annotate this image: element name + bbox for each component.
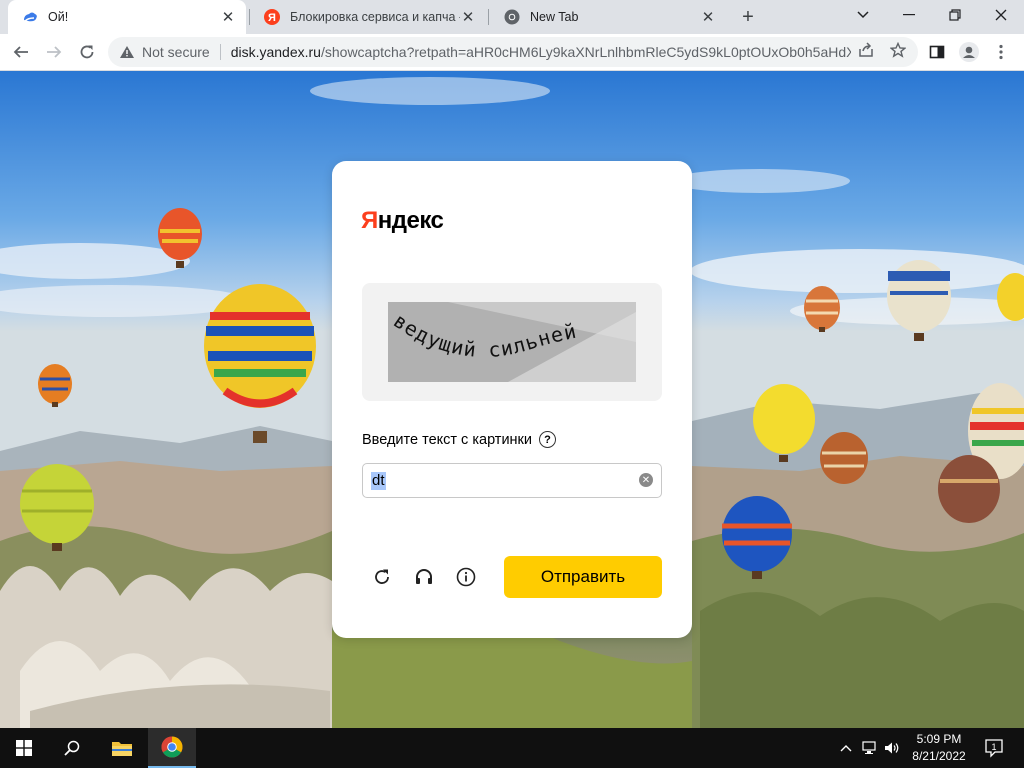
logo-rest: ндекс: [377, 207, 444, 234]
captcha-prompt-label: Введите текст с картинки: [362, 431, 532, 448]
tab-oy[interactable]: Ой! ✕: [8, 0, 246, 34]
start-button[interactable]: [0, 728, 48, 768]
tab-captcha-block[interactable]: Я Блокировка сервиса и капча - Я ✕: [250, 0, 486, 34]
logo-first-letter: Я: [361, 207, 378, 234]
volume-icon[interactable]: [884, 740, 900, 756]
search-button[interactable]: [48, 728, 96, 768]
new-tab-button[interactable]: +: [737, 6, 759, 28]
tab-title: Блокировка сервиса и капча - Я: [290, 10, 460, 24]
clear-input-icon[interactable]: ✕: [639, 473, 653, 487]
tab-new-tab[interactable]: New Tab ✕: [490, 0, 726, 34]
url-domain: disk.yandex.ru: [230, 44, 321, 60]
refresh-captcha-icon[interactable]: [370, 565, 394, 589]
help-icon[interactable]: ?: [539, 431, 556, 448]
clock-date: 8/21/2022: [912, 749, 966, 763]
notification-count: 1: [991, 742, 996, 752]
tab-title: New Tab: [530, 10, 579, 24]
close-tab-icon[interactable]: ✕: [220, 9, 236, 26]
forward-button[interactable]: [41, 39, 67, 65]
captcha-card: Яндекс ведущий сильней Введите текст с к…: [332, 161, 692, 638]
disk-cloud-icon: [22, 9, 38, 25]
captcha-prompt: Введите текст с картинки ?: [362, 431, 556, 448]
restore-button[interactable]: [932, 0, 978, 30]
chrome-taskbar-button[interactable]: [148, 728, 196, 768]
bookmark-star-icon[interactable]: [889, 41, 907, 59]
profile-avatar-icon[interactable]: [957, 40, 981, 64]
show-hidden-icons-chevron-icon[interactable]: [838, 740, 854, 756]
divider: [219, 44, 221, 60]
side-panel-icon[interactable]: [925, 40, 949, 64]
close-window-button[interactable]: [978, 0, 1024, 30]
close-tab-icon[interactable]: ✕: [700, 9, 716, 26]
audio-captcha-icon[interactable]: [412, 565, 436, 589]
yandex-icon: Я: [264, 9, 280, 25]
chrome-icon: [161, 736, 183, 758]
security-label[interactable]: Not secure: [142, 44, 210, 60]
balloon: [938, 455, 1000, 523]
windows-logo-icon: [16, 740, 32, 756]
tab-separator: [488, 9, 489, 25]
windows-taskbar: 5:09 PM 8/21/2022 1: [0, 728, 1024, 768]
clock[interactable]: 5:09 PM 8/21/2022: [902, 731, 976, 765]
tab-strip: Ой! ✕ Я Блокировка сервиса и капча - Я ✕…: [0, 0, 1024, 34]
chrome-icon: [504, 9, 520, 25]
yandex-logo[interactable]: Яндекс: [361, 207, 444, 235]
submit-button[interactable]: Отправить: [504, 556, 662, 598]
svg-text:Я: Я: [268, 12, 276, 24]
captcha-input[interactable]: dt ✕: [362, 463, 662, 498]
browser-toolbar: Not secure disk.yandex.ru/showcaptcha?re…: [0, 34, 1024, 71]
url-text[interactable]: disk.yandex.ru/showcaptcha?retpath=aHR0c…: [231, 44, 851, 60]
tab-search-chevron-icon[interactable]: [840, 0, 886, 30]
clock-time: 5:09 PM: [916, 732, 962, 746]
minimize-button[interactable]: [886, 0, 932, 30]
close-tab-icon[interactable]: ✕: [460, 9, 476, 26]
captcha-image: ведущий сильней: [388, 302, 636, 382]
captcha-image-container: ведущий сильней: [362, 283, 662, 401]
file-explorer-button[interactable]: [98, 728, 146, 768]
folder-icon: [112, 742, 132, 756]
more-menu-icon[interactable]: [989, 40, 1013, 64]
page-content: Яндекс ведущий сильней Введите текст с к…: [0, 71, 1024, 728]
tab-title: Ой!: [48, 10, 69, 24]
captcha-input-value[interactable]: dt: [371, 471, 386, 490]
balloon: [820, 432, 868, 484]
warning-triangle-icon[interactable]: [118, 43, 136, 61]
url-path: /showcaptcha?retpath=aHR0cHM6Ly9kaXNrLnl…: [320, 44, 851, 60]
info-icon[interactable]: [454, 565, 478, 589]
reload-button[interactable]: [74, 39, 100, 65]
network-icon[interactable]: [862, 740, 878, 756]
share-icon[interactable]: [857, 41, 875, 59]
address-bar[interactable]: Not secure disk.yandex.ru/showcaptcha?re…: [108, 37, 918, 67]
notifications-icon[interactable]: 1: [984, 738, 1004, 758]
back-button[interactable]: [8, 39, 34, 65]
search-icon: [64, 740, 80, 756]
